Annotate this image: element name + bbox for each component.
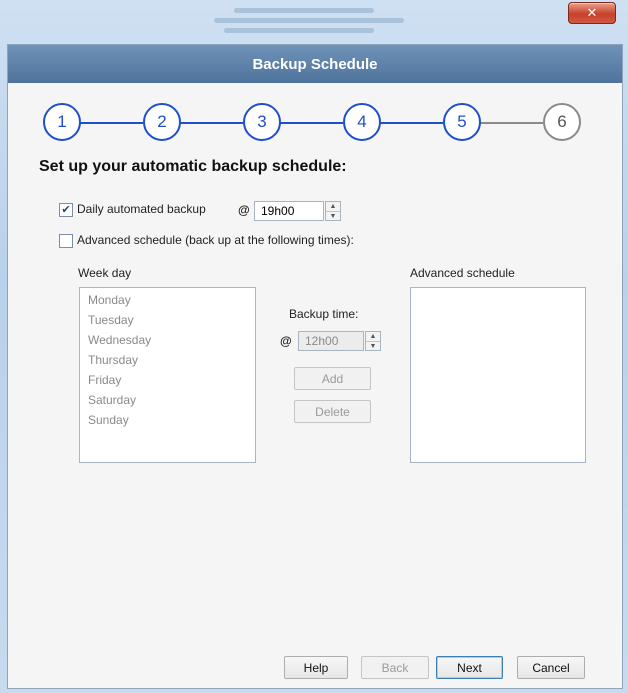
dialog-header: Backup Schedule <box>8 45 622 83</box>
list-item[interactable]: Wednesday <box>80 330 255 350</box>
step-6: 6 <box>543 103 581 141</box>
spin-up-icon[interactable]: ▲ <box>326 202 340 211</box>
spin-up-icon[interactable]: ▲ <box>366 332 380 341</box>
list-item[interactable]: Monday <box>80 290 255 310</box>
step-2: 2 <box>143 103 181 141</box>
dialog-client-area: Backup Schedule 1 2 3 4 5 6 Set up your … <box>7 44 623 689</box>
advanced-schedule-label[interactable]: Advanced schedule (back up at the follow… <box>77 233 354 247</box>
advanced-schedule-checkbox[interactable] <box>59 234 73 248</box>
page-heading: Set up your automatic backup schedule: <box>39 158 347 175</box>
advanced-schedule-list-label: Advanced schedule <box>410 266 515 280</box>
daily-at-symbol: @ <box>238 203 250 217</box>
delete-button[interactable]: Delete <box>294 400 371 423</box>
backup-time-label: Backup time: <box>289 307 359 321</box>
blurred-title-text <box>214 8 404 36</box>
backup-time-spinner[interactable]: ▲ ▼ <box>365 331 381 351</box>
weekday-list[interactable]: Monday Tuesday Wednesday Thursday Friday… <box>79 287 256 463</box>
list-item[interactable]: Saturday <box>80 390 255 410</box>
list-item[interactable]: Sunday <box>80 410 255 430</box>
step-connector <box>77 122 143 124</box>
checkmark-icon: ✔ <box>61 204 71 216</box>
daily-time-spinner[interactable]: ▲ ▼ <box>325 201 341 221</box>
list-item[interactable]: Thursday <box>80 350 255 370</box>
step-connector <box>377 122 443 124</box>
spin-down-icon[interactable]: ▼ <box>326 211 340 221</box>
next-button[interactable]: Next <box>436 656 503 679</box>
window-close-button[interactable]: ✕ <box>568 2 616 24</box>
list-item[interactable]: Friday <box>80 370 255 390</box>
daily-backup-checkbox[interactable]: ✔ <box>59 203 73 217</box>
step-connector <box>277 122 343 124</box>
add-button[interactable]: Add <box>294 367 371 390</box>
daily-backup-label[interactable]: Daily automated backup <box>77 202 206 216</box>
help-button[interactable]: Help <box>284 656 348 679</box>
step-1: 1 <box>43 103 81 141</box>
spin-down-icon[interactable]: ▼ <box>366 341 380 351</box>
close-icon: ✕ <box>586 5 598 20</box>
back-button[interactable]: Back <box>361 656 429 679</box>
advanced-schedule-list[interactable] <box>410 287 586 463</box>
daily-time-input[interactable]: 19h00 <box>254 201 324 221</box>
step-3: 3 <box>243 103 281 141</box>
window-frame: ✕ Backup Schedule 1 2 3 4 5 6 Set up you… <box>0 0 628 693</box>
step-progress: 1 2 3 4 5 6 <box>43 103 603 143</box>
backup-time-input[interactable]: 12h00 <box>298 331 364 351</box>
step-4: 4 <box>343 103 381 141</box>
step-connector <box>477 122 543 124</box>
dialog-title: Backup Schedule <box>252 55 378 73</box>
title-bar[interactable]: ✕ <box>0 0 628 44</box>
weekday-label: Week day <box>78 266 132 280</box>
cancel-button[interactable]: Cancel <box>517 656 585 679</box>
step-connector <box>177 122 243 124</box>
backup-time-at-symbol: @ <box>280 334 292 348</box>
list-item[interactable]: Tuesday <box>80 310 255 330</box>
step-5: 5 <box>443 103 481 141</box>
